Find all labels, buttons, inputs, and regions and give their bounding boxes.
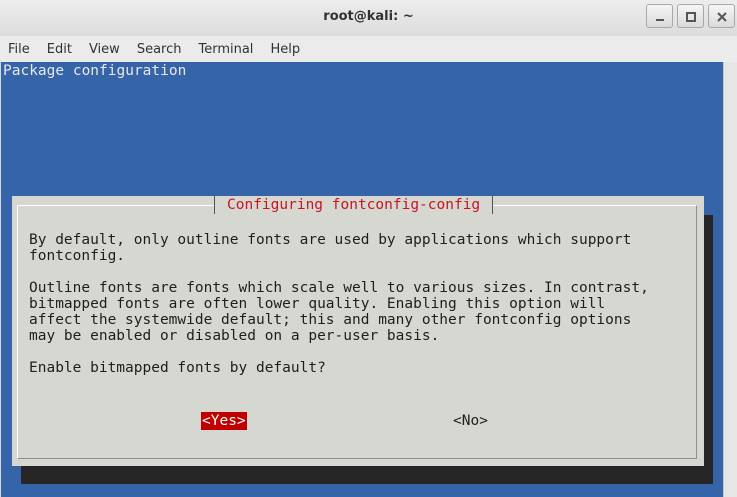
close-icon xyxy=(717,12,727,22)
window-title: root@kali: ~ xyxy=(323,9,414,24)
debconf-dialog: Configuring fontconfig-config By default… xyxy=(12,196,704,466)
minimize-icon xyxy=(656,19,664,21)
no-button[interactable]: <No> xyxy=(453,412,488,430)
terminal-scrollbar[interactable] xyxy=(723,62,737,497)
window-titlebar[interactable]: root@kali: ~ xyxy=(0,0,737,37)
menubar: File Edit View Search Terminal Help xyxy=(0,36,737,63)
window-controls xyxy=(642,4,735,28)
close-button[interactable] xyxy=(708,4,735,28)
dialog-message: By default, only outline fonts are used … xyxy=(29,232,649,376)
terminal-area[interactable]: Package configuration Configuring fontco… xyxy=(1,62,723,497)
menu-file[interactable]: File xyxy=(0,42,39,57)
yes-button[interactable]: <Yes> xyxy=(201,412,247,430)
maximize-button[interactable] xyxy=(677,4,704,28)
menu-edit[interactable]: Edit xyxy=(39,42,81,57)
maximize-icon xyxy=(686,12,696,22)
minimize-button[interactable] xyxy=(646,4,673,28)
menu-terminal[interactable]: Terminal xyxy=(190,42,262,57)
menu-search[interactable]: Search xyxy=(129,42,191,57)
package-configuration-header: Package configuration xyxy=(3,63,187,79)
dialog-title: Configuring fontconfig-config xyxy=(214,196,494,214)
menu-view[interactable]: View xyxy=(81,42,129,57)
menu-help[interactable]: Help xyxy=(262,42,309,57)
